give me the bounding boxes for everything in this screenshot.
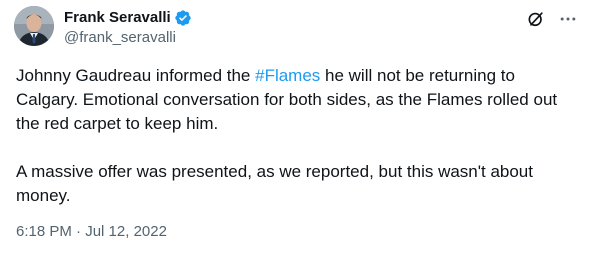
name-row: Frank Seravalli	[64, 8, 192, 28]
top-actions	[525, 8, 579, 30]
tweet-text-part2: he will not be returning to Calgary. Emo…	[16, 66, 558, 205]
hashtag-link[interactable]: #Flames	[255, 66, 320, 85]
more-icon[interactable]	[557, 8, 579, 30]
grok-icon[interactable]	[525, 8, 547, 30]
tweet-date: Jul 12, 2022	[85, 223, 167, 240]
user-handle[interactable]: @frank_seravalli	[64, 28, 192, 48]
verified-badge-icon[interactable]	[174, 9, 192, 27]
avatar-image	[14, 6, 54, 46]
author-block: Frank Seravalli @frank_seravalli	[64, 8, 192, 48]
tweet-text: Johnny Gaudreau informed the #Flames he …	[16, 64, 576, 208]
tweet-timestamp[interactable]: 6:18 PM · Jul 12, 2022	[16, 222, 167, 242]
meta-separator: ·	[76, 223, 82, 240]
tweet-text-part1: Johnny Gaudreau informed the	[16, 66, 256, 85]
tweet-card: Frank Seravalli @frank_seravalli Johnny …	[0, 0, 591, 259]
display-name[interactable]: Frank Seravalli	[64, 8, 171, 28]
tweet-time: 6:18 PM	[16, 223, 72, 240]
avatar[interactable]	[14, 6, 54, 46]
